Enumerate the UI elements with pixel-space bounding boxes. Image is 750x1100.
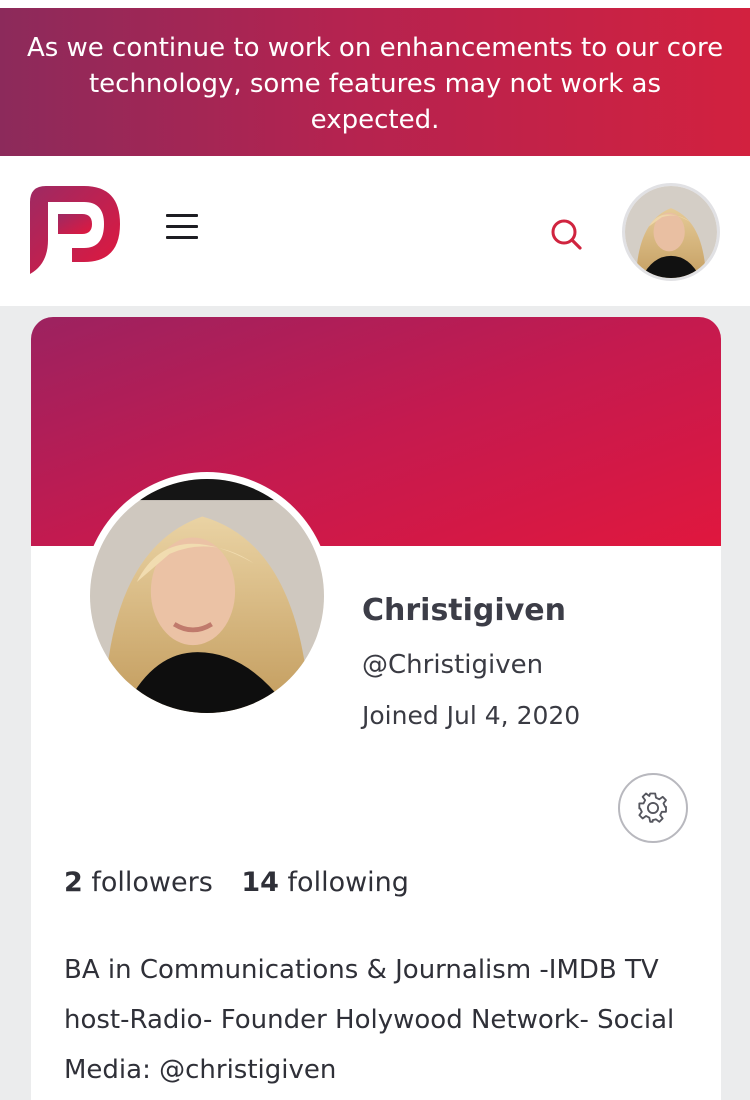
notice-banner: As we continue to work on enhancements t…: [0, 8, 750, 156]
followers-link[interactable]: 2 followers: [64, 867, 213, 898]
follow-stats: 2 followers 14 following: [64, 867, 409, 898]
top-edge: [0, 0, 750, 8]
gear-icon: [638, 792, 667, 823]
hamburger-menu-icon[interactable]: [166, 214, 202, 244]
followers-count: 2: [64, 867, 83, 898]
joined-date: Joined Jul 4, 2020: [362, 701, 581, 730]
parler-logo-icon[interactable]: [28, 184, 124, 276]
following-count: 14: [241, 867, 279, 898]
user-avatar[interactable]: [622, 183, 720, 281]
following-label: following: [278, 867, 409, 898]
username-handle: @Christigiven: [362, 650, 544, 680]
following-link[interactable]: 14 following: [241, 867, 409, 898]
profile-avatar[interactable]: [83, 472, 331, 720]
search-icon[interactable]: [546, 214, 586, 254]
profile-card: Christigiven @Christigiven Joined Jul 4,…: [31, 317, 721, 1100]
display-name: Christigiven: [362, 593, 566, 628]
profile-bio: BA in Communications & Journalism -IMDB …: [64, 955, 675, 1085]
settings-button[interactable]: [618, 773, 688, 843]
notice-banner-text: As we continue to work on enhancements t…: [26, 33, 724, 135]
top-navbar: [0, 156, 750, 306]
followers-label: followers: [82, 867, 213, 898]
